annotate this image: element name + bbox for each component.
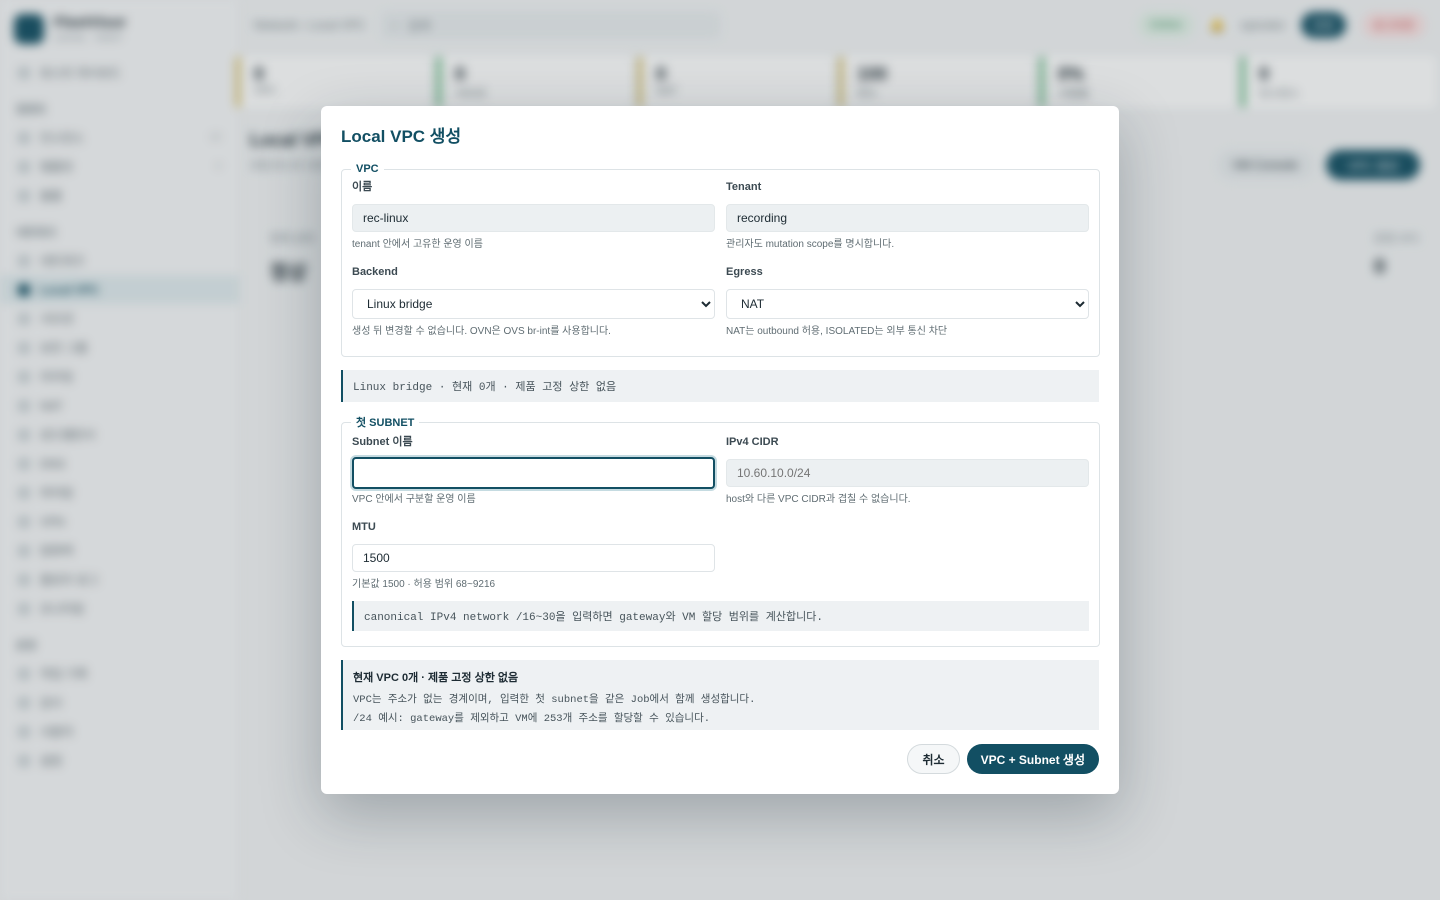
notice-line: /24 예시: gateway를 제외하고 VM에 253개 주소를 할당할 수… <box>353 713 711 725</box>
cancel-button[interactable]: 취소 <box>907 744 960 774</box>
dialog-actions: 취소 VPC + Subnet 생성 <box>907 744 1099 774</box>
backend-hint: 생성 뒤 변경할 수 없습니다. OVN은 OVS br-int를 사용합니다. <box>352 326 611 337</box>
mtu-hint: 기본값 1500 · 허용 범위 68~9216 <box>352 579 496 590</box>
dialog-title: Local VPC 생성 <box>341 127 462 146</box>
tenant-label: Tenant <box>726 181 762 193</box>
vpc-fieldset: VPC 이름 tenant 안에서 고유한 운영 이름 Tenant 관리자도 … <box>341 163 1100 357</box>
cidr-field-group: IPv4 CIDR host와 다른 VPC CIDR과 겹칠 수 없습니다. <box>726 435 1089 506</box>
backend-summary: Linux bridge · 현재 0개 · 제품 고정 상한 없음 <box>341 370 1099 402</box>
create-vpc-subnet-button[interactable]: VPC + Subnet 생성 <box>966 744 1099 774</box>
name-input[interactable] <box>352 204 715 232</box>
backend-select[interactable]: Linux bridge <box>352 289 715 319</box>
cidr-label: IPv4 CIDR <box>726 436 779 448</box>
notice-line: VPC는 주소가 없는 경계이며, 입력한 첫 subnet을 같은 Job에서… <box>353 694 756 706</box>
mtu-field-group: MTU 기본값 1500 · 허용 범위 68~9216 <box>352 520 715 591</box>
subnet-name-label: Subnet 이름 <box>352 436 413 448</box>
tenant-hint: 관리자도 mutation scope를 명시합니다. <box>726 239 895 250</box>
create-vpc-dialog: Local VPC 생성 VPC 이름 tenant 안에서 고유한 운영 이름… <box>321 106 1119 794</box>
name-label: 이름 <box>352 181 373 193</box>
mtu-input[interactable] <box>352 544 715 572</box>
egress-hint: NAT는 outbound 허용, ISOLATED는 외부 통신 차단 <box>726 326 948 337</box>
cidr-note: canonical IPv4 network /16~30을 입력하면 gate… <box>352 601 1089 631</box>
vpc-legend: VPC <box>356 163 379 175</box>
tenant-input[interactable] <box>726 204 1089 232</box>
egress-label: Egress <box>726 266 763 278</box>
mtu-label: MTU <box>352 521 376 533</box>
name-field-group: 이름 tenant 안에서 고유한 운영 이름 <box>352 180 715 251</box>
vpc-notice: 현재 VPC 0개 · 제품 고정 상한 없음 VPC는 주소가 없는 경계이며… <box>341 660 1099 730</box>
name-hint: tenant 안에서 고유한 운영 이름 <box>352 239 483 250</box>
subnet-name-hint: VPC 안에서 구분할 운영 이름 <box>352 494 476 505</box>
egress-field-group: Egress NAT NAT는 outbound 허용, ISOLATED는 외… <box>726 265 1089 338</box>
egress-select[interactable]: NAT <box>726 289 1089 319</box>
subnet-name-field-group: Subnet 이름 VPC 안에서 구분할 운영 이름 <box>352 435 715 506</box>
backend-field-group: Backend Linux bridge 생성 뒤 변경할 수 없습니다. OV… <box>352 265 715 338</box>
subnet-name-input[interactable] <box>352 457 715 489</box>
cidr-hint: host와 다른 VPC CIDR과 겹칠 수 없습니다. <box>726 494 911 505</box>
tenant-field-group: Tenant 관리자도 mutation scope를 명시합니다. <box>726 180 1089 251</box>
cidr-input[interactable] <box>726 459 1089 487</box>
subnet-legend: 첫 SUBNET <box>356 417 415 429</box>
subnet-fieldset: 첫 SUBNET Subnet 이름 VPC 안에서 구분할 운영 이름 IPv… <box>341 414 1100 647</box>
notice-title: 현재 VPC 0개 · 제품 고정 상한 없음 <box>353 672 519 684</box>
backend-label: Backend <box>352 266 398 278</box>
